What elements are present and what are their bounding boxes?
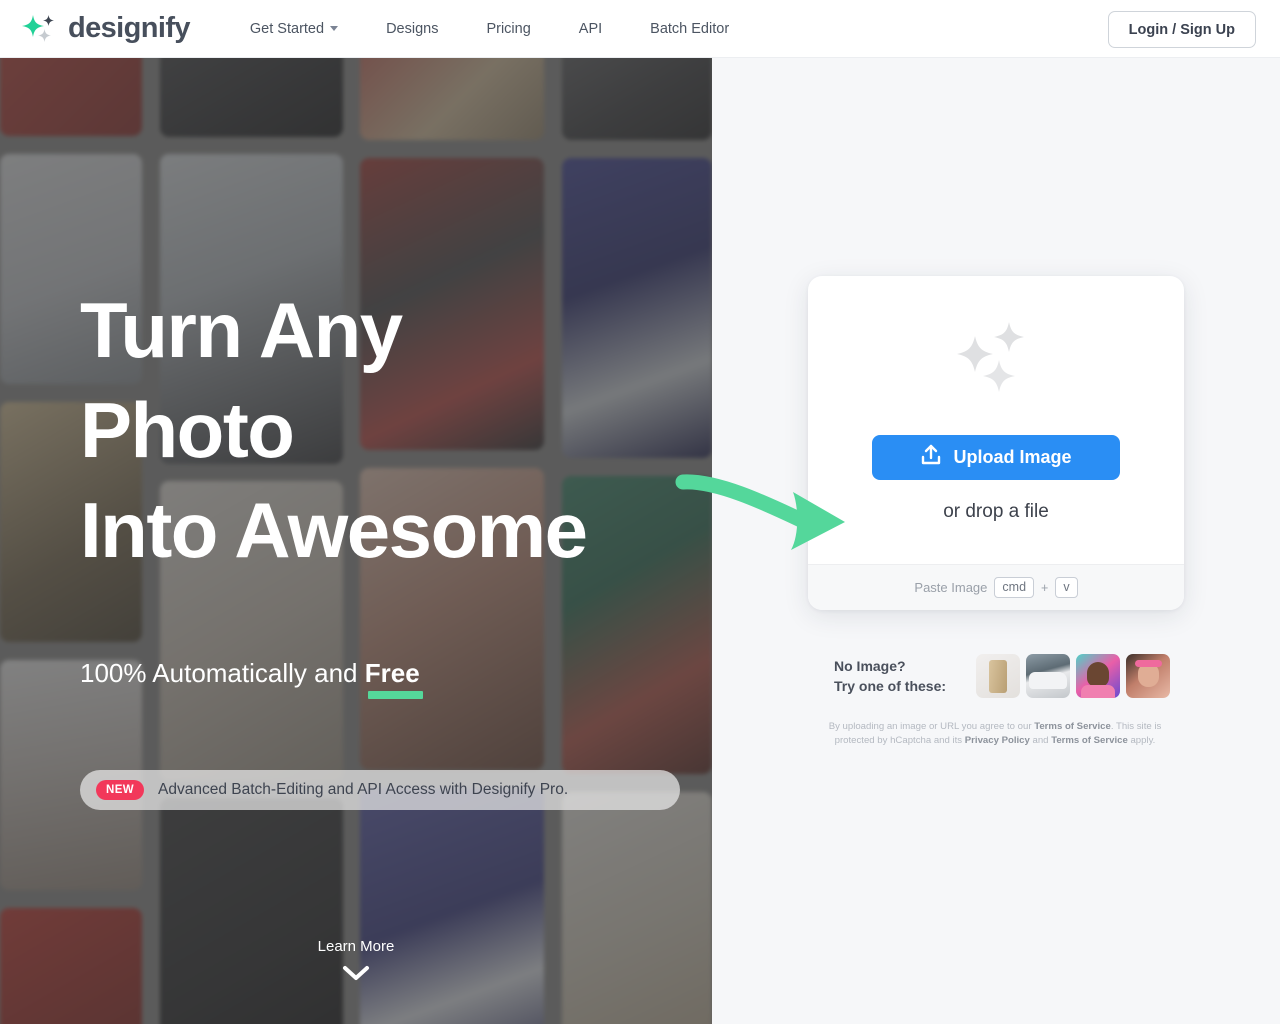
legal-link-terms-1[interactable]: Terms of Service [1034,721,1111,732]
sample-images-label-line2: Try one of these: [834,678,947,694]
hero-subtitle-highlight: Free [364,658,420,688]
top-navigation-bar: designify Get Started Designs Pricing AP… [0,0,1280,58]
sparkle-logo-icon [20,12,60,46]
chevron-down-icon [330,26,339,31]
chevron-down-icon [341,964,371,987]
sample-images-label: No Image? Try one of these: [834,656,946,696]
headline-line-3: Into Awesome [80,486,588,574]
hero-subtitle: 100% Automatically and Free [80,658,420,689]
paste-image-label: Paste Image [914,580,988,595]
hero-subtitle-prefix: 100% Automatically and [80,658,365,688]
sample-portrait-woman[interactable] [1126,654,1171,698]
brand-logo[interactable]: designify [20,12,191,46]
sample-images-label-line1: No Image? [834,658,906,674]
sample-images-section: No Image? Try one of these: [834,654,1176,698]
login-signup-button[interactable]: Login / Sign Up [1107,11,1256,48]
promo-banner[interactable]: NEW Advanced Batch-Editing and API Acces… [80,770,680,810]
legal-link-privacy[interactable]: Privacy Policy [965,735,1030,746]
sample-product-cylinder[interactable] [976,654,1021,698]
nav-item-label: Batch Editor [650,20,730,37]
paste-image-bar: Paste Image cmd + v [808,564,1184,610]
nav-links: Get Started Designs Pricing API Batch Ed… [250,21,777,37]
upload-icon [920,444,942,472]
upload-image-button-label: Upload Image [953,447,1072,467]
status-badge: NEW [96,780,145,800]
brand-name: designify [68,12,191,44]
key-plus: + [1041,580,1049,595]
nav-item-designs[interactable]: Designs [386,21,438,37]
nav-item-api[interactable]: API [579,21,602,37]
legal-part4: apply. [1127,735,1156,746]
upload-image-button[interactable]: Upload Image [872,435,1120,480]
learn-more-label: Learn More [317,938,395,955]
nav-item-label: Designs [386,20,439,37]
promo-banner-text: Advanced Batch-Editing and API Access wi… [158,781,569,798]
upload-dropzone-card[interactable]: Upload Image or drop a file Paste Image … [808,276,1184,610]
legal-part3: and [1029,735,1052,746]
sparkles-icon [947,320,1045,407]
key-v: v [1055,577,1078,598]
headline-line-2: Photo [80,386,295,474]
page-title: Turn Any Photo Into Awesome [80,280,700,580]
sample-white-car[interactable] [1026,654,1071,698]
hero-content: Turn Any Photo Into Awesome 100% Automat… [0,58,712,1024]
nav-item-get-started[interactable]: Get Started [249,20,339,37]
drop-file-hint: or drop a file [943,501,1049,522]
nav-item-label: API [578,20,603,37]
hero-section: Turn Any Photo Into Awesome 100% Automat… [0,58,712,1024]
key-cmd: cmd [994,577,1035,598]
nav-item-pricing[interactable]: Pricing [486,21,530,37]
upload-panel: Upload Image or drop a file Paste Image … [712,58,1280,1024]
headline-line-1: Turn Any [80,286,403,374]
learn-more-link[interactable]: Learn More [0,938,712,987]
highlight-underline [368,691,423,699]
sample-portrait-man[interactable] [1076,654,1121,698]
legal-disclaimer: By uploading an image or URL you agree t… [825,720,1165,748]
legal-link-terms-2[interactable]: Terms of Service [1051,735,1128,746]
nav-item-batch-editor[interactable]: Batch Editor [650,21,729,37]
nav-item-label: Get Started [249,20,325,37]
nav-item-label: Pricing [486,20,531,37]
legal-part1: By uploading an image or URL you agree t… [828,721,1035,732]
